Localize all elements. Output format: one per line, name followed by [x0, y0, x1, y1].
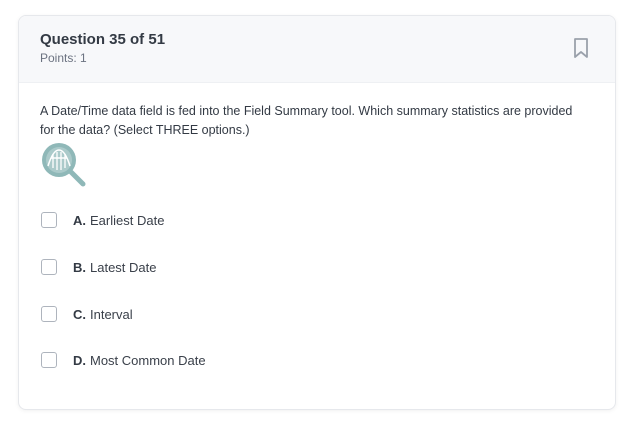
- option-c[interactable]: C. Interval: [41, 302, 133, 326]
- option-a-checkbox[interactable]: [41, 212, 57, 228]
- option-a-text: Earliest Date: [90, 212, 165, 228]
- question-header: Question 35 of 51 Points: 1: [19, 16, 615, 83]
- option-b-checkbox[interactable]: [41, 259, 57, 275]
- option-b-text: Latest Date: [90, 259, 157, 275]
- option-d[interactable]: D. Most Common Date: [41, 348, 206, 372]
- question-title: Question 35 of 51: [40, 31, 166, 48]
- option-a-letter: A.: [73, 212, 86, 228]
- field-summary-tool-icon: [42, 143, 86, 187]
- option-d-letter: D.: [73, 352, 86, 368]
- option-c-checkbox[interactable]: [41, 306, 57, 322]
- option-b[interactable]: B. Latest Date: [41, 255, 157, 279]
- question-points: Points: 1: [40, 51, 87, 65]
- bookmark-icon[interactable]: [572, 37, 590, 59]
- option-b-letter: B.: [73, 259, 86, 275]
- option-c-text: Interval: [90, 306, 133, 322]
- option-d-text: Most Common Date: [90, 352, 206, 368]
- option-c-letter: C.: [73, 306, 86, 322]
- question-card: Question 35 of 51 Points: 1 A Date/Time …: [18, 15, 616, 410]
- question-prompt: A Date/Time data field is fed into the F…: [40, 104, 573, 137]
- option-a[interactable]: A. Earliest Date: [41, 208, 164, 232]
- option-d-checkbox[interactable]: [41, 352, 57, 368]
